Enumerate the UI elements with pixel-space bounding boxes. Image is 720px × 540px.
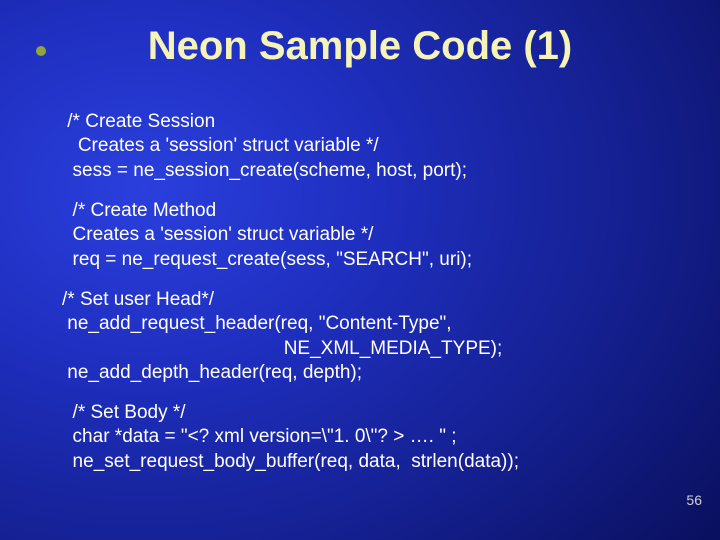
page-number: 56 bbox=[686, 492, 702, 508]
code-block: /* Set Body */ char *data = "<? xml vers… bbox=[62, 401, 680, 474]
code-block: /* Create Method Creates a 'session' str… bbox=[62, 199, 680, 272]
code-content: /* Create Session Creates a 'session' st… bbox=[62, 110, 680, 490]
code-block: /* Create Session Creates a 'session' st… bbox=[62, 110, 680, 183]
code-block: /* Set user Head*/ ne_add_request_header… bbox=[62, 288, 680, 385]
slide-title: Neon Sample Code (1) bbox=[0, 24, 720, 69]
slide: Neon Sample Code (1) /* Create Session C… bbox=[0, 0, 720, 540]
